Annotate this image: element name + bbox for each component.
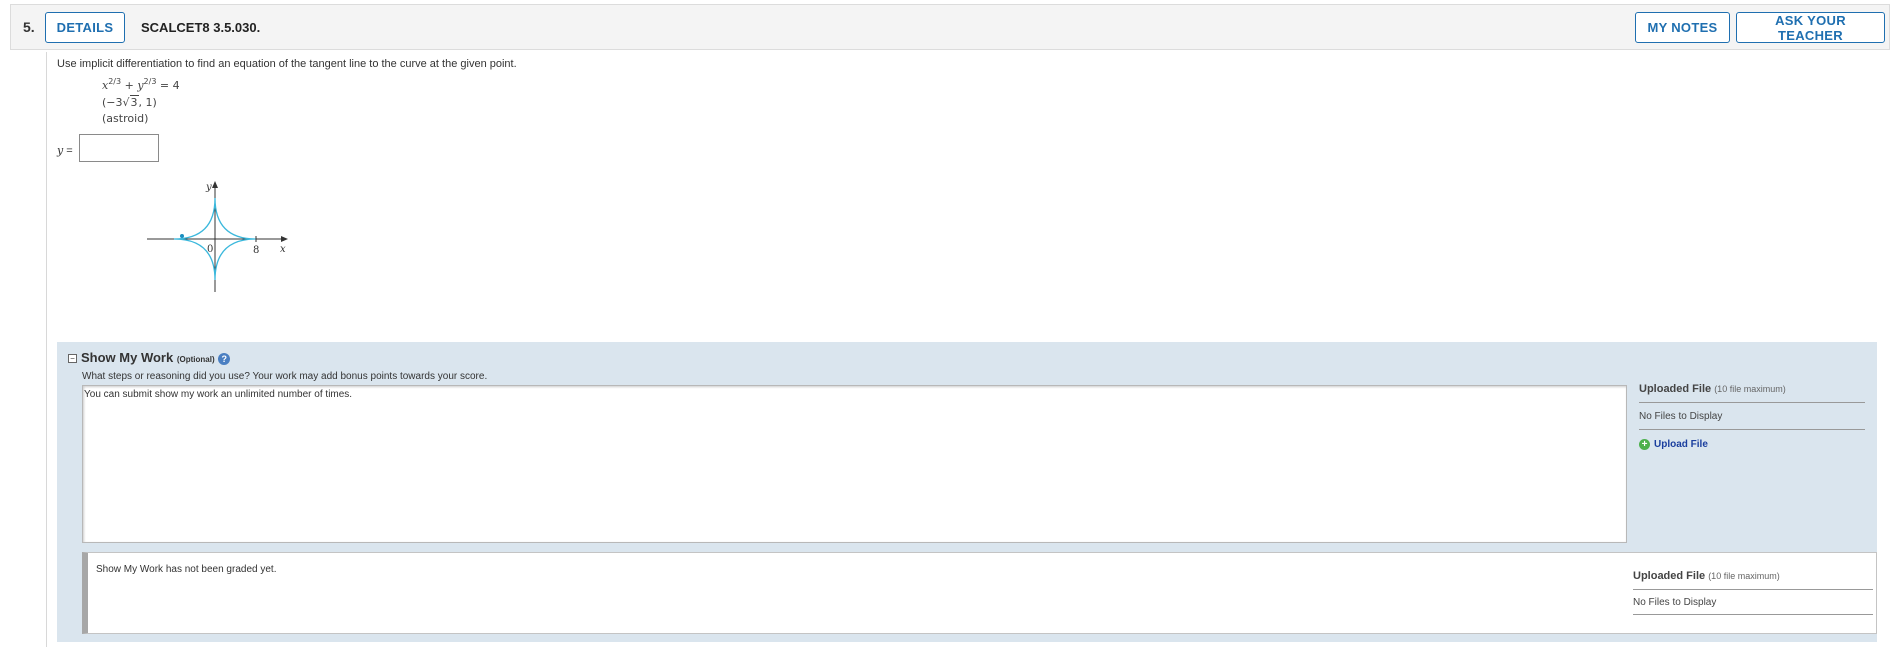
x-axis-label: x: [280, 244, 286, 255]
question-code: SCALCET8 3.5.030.: [141, 20, 261, 35]
optional-label: (Optional): [176, 355, 215, 364]
graded-uploaded-heading: Uploaded File (10 file maximum): [1633, 570, 1780, 582]
my-notes-button[interactable]: MY NOTES: [1635, 12, 1730, 43]
help-icon[interactable]: ?: [218, 352, 231, 365]
upload-file-label: Upload File: [1654, 439, 1708, 450]
divider: [1633, 614, 1873, 615]
curve-name: (astroid): [102, 112, 149, 125]
upload-file-link[interactable]: + Upload File: [1639, 439, 1708, 450]
graded-uploaded-max: (10 file maximum): [1708, 571, 1780, 581]
show-my-work-heading: Show My Work: [81, 350, 174, 365]
show-my-work-title: Show My Work (Optional) ?: [81, 350, 231, 365]
y-axis-arrow: [212, 181, 218, 188]
graded-no-files-text: No Files to Display: [1633, 597, 1717, 608]
uploaded-file-max: (10 file maximum): [1714, 384, 1786, 394]
origin-label: 0: [207, 244, 213, 255]
answer-label: y =: [57, 144, 73, 157]
uploaded-file-title: Uploaded File: [1639, 383, 1712, 395]
content-left-border: [46, 52, 47, 647]
uploaded-file-heading: Uploaded File (10 file maximum): [1639, 383, 1786, 395]
graded-status-box: Show My Work has not been graded yet. Up…: [82, 552, 1877, 634]
y-axis-label: y: [205, 182, 212, 193]
question-header: 5. DETAILS SCALCET8 3.5.030. MY NOTES AS…: [10, 4, 1890, 50]
equation: x2/3 + y2/3 = 4: [102, 77, 180, 93]
answer-input[interactable]: [79, 134, 159, 162]
graded-status-text: Show My Work has not been graded yet.: [96, 564, 277, 575]
divider: [1639, 429, 1865, 430]
graded-uploaded-title: Uploaded File: [1633, 570, 1706, 582]
problem-instruction: Use implicit differentiation to find an …: [57, 58, 517, 70]
details-button[interactable]: DETAILS: [45, 12, 125, 43]
question-number: 5.: [23, 19, 35, 35]
divider: [1639, 402, 1865, 403]
show-my-work-textarea[interactable]: You can submit show my work an unlimited…: [82, 385, 1627, 543]
astroid-graph: y x 0 8: [147, 181, 288, 292]
divider: [1633, 589, 1873, 590]
show-my-work-panel: − Show My Work (Optional) ? What steps o…: [57, 342, 1877, 642]
x-axis-arrow: [281, 236, 288, 242]
given-point-dot: [180, 234, 184, 238]
no-files-text: No Files to Display: [1639, 411, 1723, 422]
ask-teacher-button[interactable]: ASK YOUR TEACHER: [1736, 12, 1885, 43]
given-point: (−3√3, 1): [102, 95, 157, 109]
add-icon: +: [1639, 439, 1650, 450]
collapse-toggle-icon[interactable]: −: [68, 354, 77, 363]
show-my-work-subtitle: What steps or reasoning did you use? You…: [82, 371, 488, 382]
x-tick-label: 8: [253, 245, 259, 256]
